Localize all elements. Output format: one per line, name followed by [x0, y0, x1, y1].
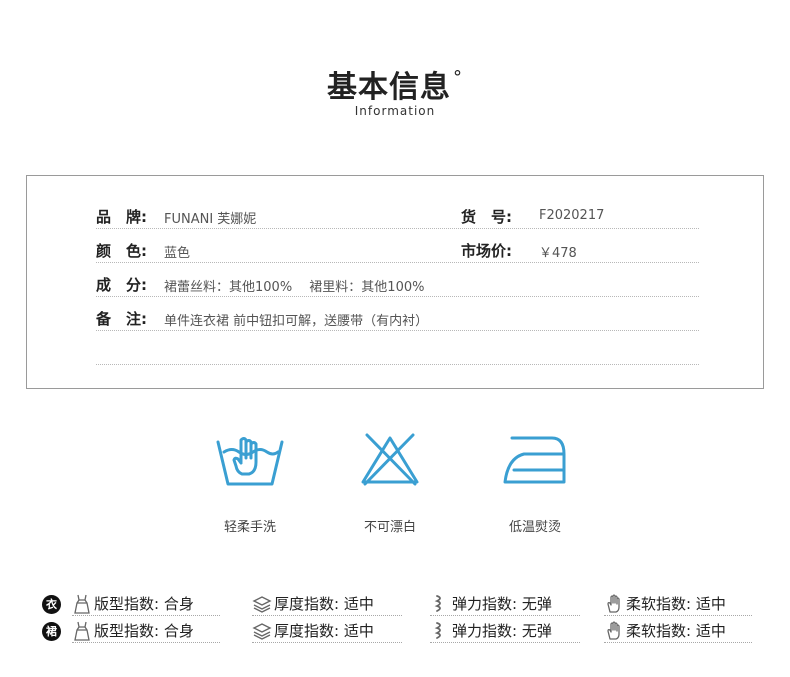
divider: [252, 615, 402, 616]
price-value: ￥478: [539, 246, 577, 261]
low-iron-icon: [503, 436, 566, 484]
info-row-empty: [96, 342, 699, 365]
price-label: 市场价:: [461, 242, 512, 260]
divider: [252, 642, 402, 643]
garment-badge: 衣: [42, 595, 61, 614]
brand-label: 品 牌:: [96, 208, 147, 226]
care-label-handwash: 轻柔手洗: [223, 520, 276, 535]
hand-icon: [607, 621, 620, 640]
spring-icon: [434, 622, 441, 639]
note-label: 备 注:: [96, 310, 147, 328]
index-row-bottom: 裙 版型指数: 合身 厚度指数: 适中 弹力指数: 无弹 柔软指数: 适中: [42, 620, 762, 643]
divider: [604, 642, 752, 643]
layers-icon: [252, 623, 272, 640]
divider: [604, 615, 752, 616]
info-row-note: 备 注: 单件连衣裙 前中钮扣可解，送腰带（有内衬）: [96, 308, 699, 331]
info-row-color: 颜 色: 蓝色 市场价: ￥478: [96, 240, 699, 263]
color-label: 颜 色:: [96, 242, 147, 260]
dress-icon: [74, 594, 90, 614]
dress-icon: [74, 621, 90, 641]
sku-value: F2020217: [539, 208, 605, 223]
color-value: 蓝色: [164, 246, 191, 261]
info-box: 品 牌: FUNANI 芙娜妮 货 号: F2020217 颜 色: 蓝色 市场…: [26, 175, 764, 389]
spring-icon: [434, 595, 441, 612]
divider: [72, 615, 220, 616]
info-row-material: 成 分: 裙蕾丝料：其他100% 裙里料：其他100%: [96, 274, 699, 297]
page-title: 基本信息 °: [327, 67, 463, 105]
hand-wash-icon: [216, 437, 284, 486]
divider: [430, 615, 580, 616]
care-item-handwash: 轻柔手洗: [205, 432, 295, 535]
page-subtitle: Information: [354, 104, 436, 118]
hand-icon: [607, 594, 620, 613]
brand-value: FUNANI 芙娜妮: [164, 212, 257, 227]
material-value: 裙蕾丝料：其他100% 裙里料：其他100%: [164, 280, 425, 295]
info-row-brand: 品 牌: FUNANI 芙娜妮 货 号: F2020217: [96, 206, 699, 229]
care-item-nobleach: 不可漂白: [345, 432, 435, 535]
no-bleach-icon: [361, 433, 419, 486]
care-item-iron: 低温熨烫: [490, 432, 580, 535]
index-row-top: 衣 版型指数: 合身 厚度指数: 适中 弹力指数: 无弹 柔软指数: 适中: [42, 593, 762, 616]
divider: [430, 642, 580, 643]
layers-icon: [252, 596, 272, 613]
care-label-nobleach: 不可漂白: [363, 520, 416, 535]
sku-label: 货 号:: [461, 208, 512, 226]
divider: [72, 642, 220, 643]
material-label: 成 分:: [96, 276, 147, 294]
care-label-iron: 低温熨烫: [508, 520, 561, 535]
note-value: 单件连衣裙 前中钮扣可解，送腰带（有内衬）: [164, 314, 429, 329]
garment-badge: 裙: [42, 622, 61, 641]
